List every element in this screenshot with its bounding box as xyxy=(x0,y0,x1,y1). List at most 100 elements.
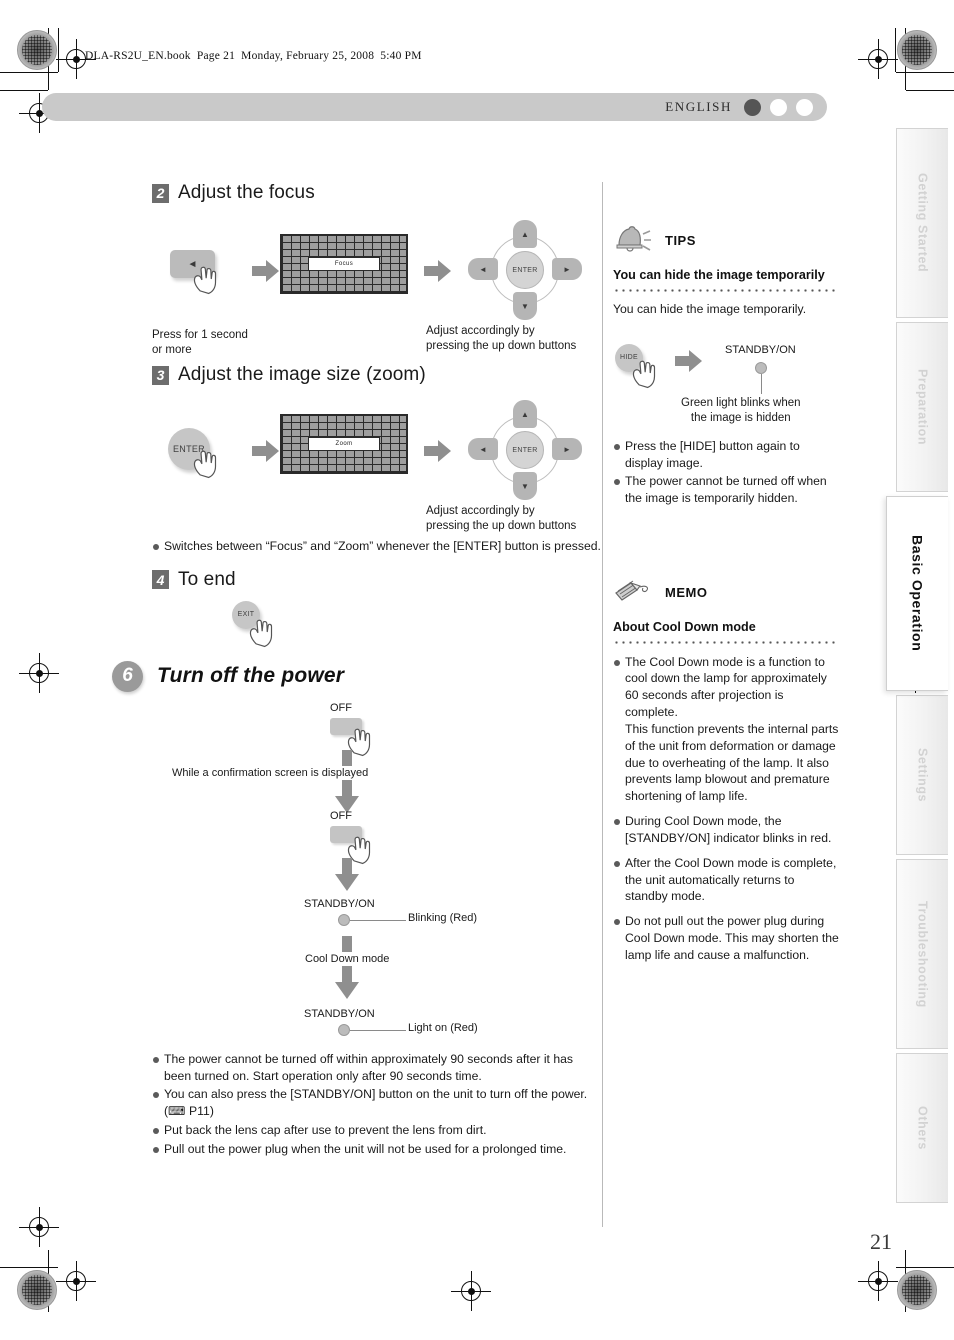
remote-dpad[interactable]: ▲ ▼ ◄ ► ENTER xyxy=(468,400,582,500)
left-content-column: 2 Adjust the focus ◄ Press for 1 second … xyxy=(112,182,602,1160)
column-divider xyxy=(602,182,603,1227)
dpad-right-button[interactable]: ► xyxy=(552,438,582,460)
flow-arrow-icon xyxy=(675,348,703,374)
flow-arrow-icon xyxy=(252,438,280,464)
step-2-number: 2 xyxy=(152,183,169,203)
pointing-hand-icon xyxy=(190,262,224,296)
dotted-divider xyxy=(613,288,839,292)
dpad-down-button[interactable]: ▼ xyxy=(513,292,537,320)
section-tab-strip: Getting Started Preparation Basic Operat… xyxy=(886,128,954,1207)
flow-arrow-icon xyxy=(424,258,452,284)
dpad-down-button[interactable]: ▼ xyxy=(513,472,537,500)
standby-led-indicator xyxy=(338,913,350,926)
dpad-up-button[interactable]: ▲ xyxy=(513,220,537,248)
memo-bullet-list: The Cool Down mode is a function to cool… xyxy=(613,654,839,964)
sidebar-item-settings[interactable]: Settings xyxy=(896,695,948,855)
page-number: 21 xyxy=(870,1229,892,1254)
pointing-hand-icon xyxy=(190,446,224,480)
crop-line xyxy=(0,1267,58,1268)
dpad-right-button[interactable]: ► xyxy=(552,258,582,280)
step-3-diagram: ENTER Zoom ▲ ▼ ◄ ► ENTER Adjust accordin… xyxy=(152,400,602,532)
language-banner: ENGLISH xyxy=(42,93,827,121)
section-6-title: Turn off the power xyxy=(157,664,345,688)
list-item: Pull out the power plug when the unit wi… xyxy=(152,1141,602,1158)
remote-dpad[interactable]: ▲ ▼ ◄ ► ENTER xyxy=(468,220,582,320)
registration-mark xyxy=(19,653,59,693)
step-3-note-list: Switches between “Focus” and “Zoom” when… xyxy=(152,538,602,555)
bell-icon xyxy=(613,225,653,255)
blinking-red-label: Blinking (Red) xyxy=(408,911,478,924)
right-sidebar-column: TIPS You can hide the image temporarily … xyxy=(613,225,839,966)
focus-test-pattern: Focus xyxy=(280,234,408,294)
halftone-dot-mark xyxy=(897,1270,937,1310)
dpad-left-button[interactable]: ◄ xyxy=(468,258,498,280)
down-arrow-icon xyxy=(334,779,360,814)
down-arrow-icon xyxy=(334,857,360,892)
list-item: The Cool Down mode is a function to cool… xyxy=(613,654,839,805)
tips-body: You can hide the image temporarily. xyxy=(613,301,807,316)
halftone-dot-mark xyxy=(17,1270,57,1310)
zoom-osd-label: Zoom xyxy=(308,437,380,451)
step-2-title: Adjust the focus xyxy=(178,182,315,203)
off-label: OFF xyxy=(330,809,352,822)
leader-line xyxy=(761,373,762,394)
standby-on-label: STANDBY/ON xyxy=(304,897,375,910)
dotted-divider xyxy=(613,640,839,644)
dpad-up-button[interactable]: ▲ xyxy=(513,400,537,428)
crop-line xyxy=(58,28,59,72)
crop-line xyxy=(895,28,896,72)
tab-label: Basic Operation xyxy=(909,535,926,652)
standby-led-indicator xyxy=(755,361,767,374)
step-2-adjust-caption: Adjust accordingly by pressing the up do… xyxy=(426,325,577,353)
light-on-red-label: Light on (Red) xyxy=(408,1021,478,1034)
dpad-left-button[interactable]: ◄ xyxy=(468,438,498,460)
step-2-press-caption: Press for 1 second or more xyxy=(152,329,248,357)
banner-language-label: ENGLISH xyxy=(665,99,732,114)
halftone-dot-mark xyxy=(17,30,57,70)
sidebar-item-others[interactable]: Others xyxy=(896,1053,948,1203)
registration-mark xyxy=(858,39,898,79)
crop-line xyxy=(0,72,58,73)
off-label: OFF xyxy=(330,701,352,714)
memo-header: MEMO xyxy=(613,577,839,607)
pointing-hand-icon xyxy=(629,356,663,390)
focus-osd-label: Focus xyxy=(308,257,380,271)
memo-title: About Cool Down mode xyxy=(613,620,756,634)
step-4-number: 4 xyxy=(152,570,169,590)
leader-line xyxy=(350,919,406,921)
dpad-enter-button[interactable]: ENTER xyxy=(506,251,544,289)
list-item: You can also press the [STANDBY/ON] butt… xyxy=(152,1086,602,1120)
tips-header: TIPS xyxy=(613,225,839,255)
standby-led-indicator xyxy=(338,1023,350,1036)
step-3-adjust-caption: Adjust accordingly by pressing the up do… xyxy=(426,505,577,533)
sidebar-item-basic-operation[interactable]: Basic Operation xyxy=(886,496,948,691)
step-3-number: 3 xyxy=(152,365,169,385)
step-4-title: To end xyxy=(178,568,236,590)
tab-label: Others xyxy=(915,1106,930,1150)
dpad-enter-button[interactable]: ENTER xyxy=(506,431,544,469)
step-4-heading: 4 To end xyxy=(152,569,602,591)
tips-bullet-list: Press the [HIDE] button again to display… xyxy=(613,438,839,507)
section-6-number: 6 xyxy=(112,660,143,692)
sidebar-item-getting-started[interactable]: Getting Started xyxy=(896,128,948,318)
list-item: Switches between “Focus” and “Zoom” when… xyxy=(152,538,602,555)
list-item: The power cannot be turned off when the … xyxy=(613,473,839,507)
step-2-heading: 2 Adjust the focus xyxy=(152,182,602,204)
pencil-icon xyxy=(613,577,653,607)
section-6-heading: 6 Turn off the power xyxy=(112,660,602,692)
memo-label: MEMO xyxy=(665,584,708,600)
tab-label: Troubleshooting xyxy=(915,900,930,1008)
cool-down-mode-label: Cool Down mode xyxy=(300,951,395,966)
registration-mark xyxy=(858,1261,898,1301)
flow-arrow-icon xyxy=(252,258,280,284)
crop-line xyxy=(906,90,954,91)
sidebar-item-troubleshooting[interactable]: Troubleshooting xyxy=(896,859,948,1049)
list-item: During Cool Down mode, the [STANDBY/ON] … xyxy=(613,813,839,847)
flow-arrow-icon xyxy=(424,438,452,464)
banner-dot-filled xyxy=(744,98,761,116)
registration-mark xyxy=(56,1261,96,1301)
sidebar-item-preparation[interactable]: Preparation xyxy=(896,322,948,492)
list-item: Put back the lens cap after use to preve… xyxy=(152,1122,602,1139)
leader-line xyxy=(350,1029,406,1031)
hide-diagram-caption: Green light blinks when the image is hid… xyxy=(681,396,801,424)
